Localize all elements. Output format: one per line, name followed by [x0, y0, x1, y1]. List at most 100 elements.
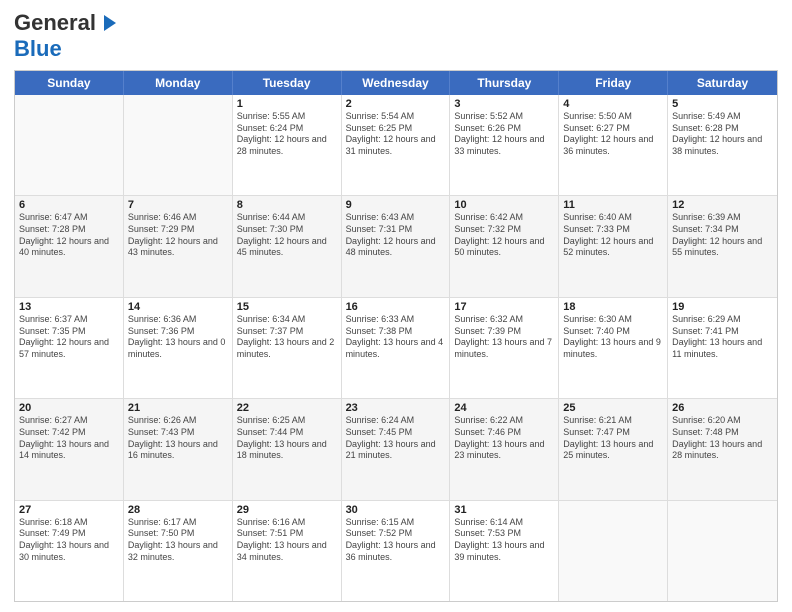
calendar-cell: 15Sunrise: 6:34 AM Sunset: 7:37 PM Dayli… — [233, 298, 342, 398]
calendar-cell: 23Sunrise: 6:24 AM Sunset: 7:45 PM Dayli… — [342, 399, 451, 499]
header-thursday: Thursday — [450, 71, 559, 95]
calendar-row: 20Sunrise: 6:27 AM Sunset: 7:42 PM Dayli… — [15, 398, 777, 499]
calendar-cell: 29Sunrise: 6:16 AM Sunset: 7:51 PM Dayli… — [233, 501, 342, 601]
day-number: 24 — [454, 402, 554, 414]
header: General Blue — [14, 10, 778, 62]
day-info: Sunrise: 6:20 AM Sunset: 7:48 PM Dayligh… — [672, 415, 773, 462]
day-number: 2 — [346, 98, 446, 110]
day-number: 29 — [237, 504, 337, 516]
day-number: 5 — [672, 98, 773, 110]
calendar-row: 1Sunrise: 5:55 AM Sunset: 6:24 PM Daylig… — [15, 95, 777, 195]
day-info: Sunrise: 6:46 AM Sunset: 7:29 PM Dayligh… — [128, 212, 228, 259]
day-info: Sunrise: 6:34 AM Sunset: 7:37 PM Dayligh… — [237, 314, 337, 361]
day-info: Sunrise: 6:47 AM Sunset: 7:28 PM Dayligh… — [19, 212, 119, 259]
day-number: 6 — [19, 199, 119, 211]
calendar-cell: 2Sunrise: 5:54 AM Sunset: 6:25 PM Daylig… — [342, 95, 451, 195]
day-number: 3 — [454, 98, 554, 110]
day-number: 30 — [346, 504, 446, 516]
day-number: 27 — [19, 504, 119, 516]
calendar-cell: 12Sunrise: 6:39 AM Sunset: 7:34 PM Dayli… — [668, 196, 777, 296]
calendar-cell: 24Sunrise: 6:22 AM Sunset: 7:46 PM Dayli… — [450, 399, 559, 499]
day-number: 16 — [346, 301, 446, 313]
header-wednesday: Wednesday — [342, 71, 451, 95]
day-info: Sunrise: 6:26 AM Sunset: 7:43 PM Dayligh… — [128, 415, 228, 462]
calendar: SundayMondayTuesdayWednesdayThursdayFrid… — [14, 70, 778, 602]
day-info: Sunrise: 6:39 AM Sunset: 7:34 PM Dayligh… — [672, 212, 773, 259]
logo-triangle-icon — [96, 12, 118, 34]
calendar-cell: 10Sunrise: 6:42 AM Sunset: 7:32 PM Dayli… — [450, 196, 559, 296]
header-monday: Monday — [124, 71, 233, 95]
day-info: Sunrise: 6:37 AM Sunset: 7:35 PM Dayligh… — [19, 314, 119, 361]
day-info: Sunrise: 5:52 AM Sunset: 6:26 PM Dayligh… — [454, 111, 554, 158]
calendar-row: 13Sunrise: 6:37 AM Sunset: 7:35 PM Dayli… — [15, 297, 777, 398]
calendar-cell: 27Sunrise: 6:18 AM Sunset: 7:49 PM Dayli… — [15, 501, 124, 601]
calendar-body: 1Sunrise: 5:55 AM Sunset: 6:24 PM Daylig… — [15, 95, 777, 601]
day-info: Sunrise: 6:22 AM Sunset: 7:46 PM Dayligh… — [454, 415, 554, 462]
day-info: Sunrise: 5:50 AM Sunset: 6:27 PM Dayligh… — [563, 111, 663, 158]
calendar-cell — [668, 501, 777, 601]
day-number: 25 — [563, 402, 663, 414]
calendar-cell — [559, 501, 668, 601]
calendar-row: 27Sunrise: 6:18 AM Sunset: 7:49 PM Dayli… — [15, 500, 777, 601]
calendar-cell: 17Sunrise: 6:32 AM Sunset: 7:39 PM Dayli… — [450, 298, 559, 398]
day-number: 7 — [128, 199, 228, 211]
day-info: Sunrise: 6:15 AM Sunset: 7:52 PM Dayligh… — [346, 517, 446, 564]
day-number: 4 — [563, 98, 663, 110]
calendar-cell: 7Sunrise: 6:46 AM Sunset: 7:29 PM Daylig… — [124, 196, 233, 296]
calendar-cell: 19Sunrise: 6:29 AM Sunset: 7:41 PM Dayli… — [668, 298, 777, 398]
calendar-cell: 18Sunrise: 6:30 AM Sunset: 7:40 PM Dayli… — [559, 298, 668, 398]
calendar-cell: 30Sunrise: 6:15 AM Sunset: 7:52 PM Dayli… — [342, 501, 451, 601]
day-number: 1 — [237, 98, 337, 110]
calendar-cell: 11Sunrise: 6:40 AM Sunset: 7:33 PM Dayli… — [559, 196, 668, 296]
day-info: Sunrise: 6:24 AM Sunset: 7:45 PM Dayligh… — [346, 415, 446, 462]
day-number: 19 — [672, 301, 773, 313]
calendar-cell: 13Sunrise: 6:37 AM Sunset: 7:35 PM Dayli… — [15, 298, 124, 398]
calendar-cell: 28Sunrise: 6:17 AM Sunset: 7:50 PM Dayli… — [124, 501, 233, 601]
day-number: 14 — [128, 301, 228, 313]
logo-general: General — [14, 10, 96, 36]
day-info: Sunrise: 6:21 AM Sunset: 7:47 PM Dayligh… — [563, 415, 663, 462]
calendar-cell: 31Sunrise: 6:14 AM Sunset: 7:53 PM Dayli… — [450, 501, 559, 601]
logo-blue: Blue — [14, 36, 62, 61]
calendar-cell: 25Sunrise: 6:21 AM Sunset: 7:47 PM Dayli… — [559, 399, 668, 499]
day-number: 22 — [237, 402, 337, 414]
day-info: Sunrise: 6:14 AM Sunset: 7:53 PM Dayligh… — [454, 517, 554, 564]
day-info: Sunrise: 6:33 AM Sunset: 7:38 PM Dayligh… — [346, 314, 446, 361]
calendar-cell: 21Sunrise: 6:26 AM Sunset: 7:43 PM Dayli… — [124, 399, 233, 499]
day-info: Sunrise: 6:30 AM Sunset: 7:40 PM Dayligh… — [563, 314, 663, 361]
calendar-cell: 8Sunrise: 6:44 AM Sunset: 7:30 PM Daylig… — [233, 196, 342, 296]
calendar-header: SundayMondayTuesdayWednesdayThursdayFrid… — [15, 71, 777, 95]
calendar-cell: 5Sunrise: 5:49 AM Sunset: 6:28 PM Daylig… — [668, 95, 777, 195]
header-friday: Friday — [559, 71, 668, 95]
day-number: 8 — [237, 199, 337, 211]
calendar-cell: 26Sunrise: 6:20 AM Sunset: 7:48 PM Dayli… — [668, 399, 777, 499]
calendar-cell: 1Sunrise: 5:55 AM Sunset: 6:24 PM Daylig… — [233, 95, 342, 195]
day-number: 15 — [237, 301, 337, 313]
calendar-cell: 22Sunrise: 6:25 AM Sunset: 7:44 PM Dayli… — [233, 399, 342, 499]
day-number: 17 — [454, 301, 554, 313]
day-info: Sunrise: 6:27 AM Sunset: 7:42 PM Dayligh… — [19, 415, 119, 462]
calendar-cell: 6Sunrise: 6:47 AM Sunset: 7:28 PM Daylig… — [15, 196, 124, 296]
day-number: 23 — [346, 402, 446, 414]
day-number: 26 — [672, 402, 773, 414]
calendar-cell — [124, 95, 233, 195]
logo: General Blue — [14, 10, 118, 62]
day-number: 28 — [128, 504, 228, 516]
day-info: Sunrise: 6:42 AM Sunset: 7:32 PM Dayligh… — [454, 212, 554, 259]
day-info: Sunrise: 5:49 AM Sunset: 6:28 PM Dayligh… — [672, 111, 773, 158]
day-number: 11 — [563, 199, 663, 211]
header-sunday: Sunday — [15, 71, 124, 95]
day-info: Sunrise: 5:54 AM Sunset: 6:25 PM Dayligh… — [346, 111, 446, 158]
header-tuesday: Tuesday — [233, 71, 342, 95]
calendar-cell: 14Sunrise: 6:36 AM Sunset: 7:36 PM Dayli… — [124, 298, 233, 398]
calendar-row: 6Sunrise: 6:47 AM Sunset: 7:28 PM Daylig… — [15, 195, 777, 296]
day-number: 12 — [672, 199, 773, 211]
calendar-cell: 4Sunrise: 5:50 AM Sunset: 6:27 PM Daylig… — [559, 95, 668, 195]
day-info: Sunrise: 6:17 AM Sunset: 7:50 PM Dayligh… — [128, 517, 228, 564]
day-info: Sunrise: 6:36 AM Sunset: 7:36 PM Dayligh… — [128, 314, 228, 361]
day-info: Sunrise: 6:18 AM Sunset: 7:49 PM Dayligh… — [19, 517, 119, 564]
day-info: Sunrise: 6:40 AM Sunset: 7:33 PM Dayligh… — [563, 212, 663, 259]
calendar-cell: 3Sunrise: 5:52 AM Sunset: 6:26 PM Daylig… — [450, 95, 559, 195]
day-info: Sunrise: 6:44 AM Sunset: 7:30 PM Dayligh… — [237, 212, 337, 259]
day-number: 13 — [19, 301, 119, 313]
